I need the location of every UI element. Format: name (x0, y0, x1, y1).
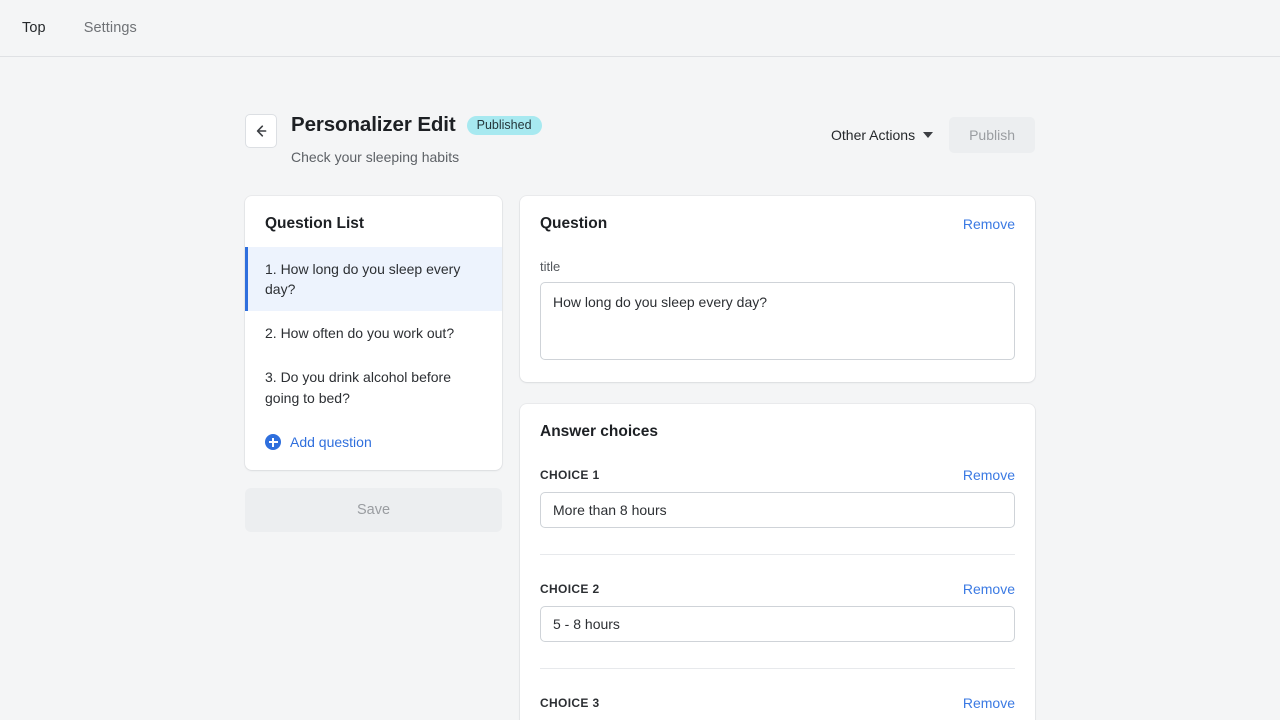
title-block: Personalizer Edit Published Check your s… (291, 113, 542, 165)
choice-3-header: CHOICE 3 Remove (540, 695, 1015, 711)
choice-1-input[interactable]: More than 8 hours (540, 491, 1015, 528)
remove-question-link[interactable]: Remove (963, 216, 1015, 232)
content-container: Personalizer Edit Published Check your s… (245, 57, 1035, 720)
header-actions: Other Actions Publish (827, 117, 1035, 153)
remove-choice-2-link[interactable]: Remove (963, 581, 1015, 597)
publish-button[interactable]: Publish (949, 117, 1035, 153)
question-card-title: Question (540, 214, 608, 232)
other-actions-dropdown[interactable]: Other Actions (827, 121, 937, 149)
status-badge: Published (466, 115, 542, 136)
back-button[interactable] (245, 114, 277, 148)
chevron-down-icon (923, 132, 934, 138)
save-button[interactable]: Save (245, 488, 502, 533)
arrow-left-icon (253, 123, 269, 139)
choice-divider-2 (540, 667, 1015, 669)
choice-1-header: CHOICE 1 Remove (540, 467, 1015, 483)
add-question-button[interactable]: Add question (245, 420, 502, 470)
answer-choices-body: Answer choices CHOICE 1 Remove More than… (520, 404, 1035, 720)
editor-column: Question Remove title How long do you sl… (520, 195, 1035, 720)
remove-choice-1-link[interactable]: Remove (963, 467, 1015, 483)
nav-tab-settings[interactable]: Settings (84, 21, 137, 36)
answer-choices-card: Answer choices CHOICE 1 Remove More than… (520, 403, 1035, 720)
question-list-card: Question List 1. How long do you sleep e… (245, 195, 502, 471)
choice-divider-1 (540, 553, 1015, 555)
top-navigation-bar: Top Settings (0, 0, 1280, 57)
other-actions-label: Other Actions (831, 127, 916, 143)
question-card-body: Question Remove title How long do you sl… (520, 196, 1035, 382)
question-list-column: Question List 1. How long do you sleep e… (245, 195, 502, 720)
question-list-header: Question List (245, 196, 502, 247)
choice-3-label: CHOICE 3 (540, 695, 600, 710)
page-header: Personalizer Edit Published Check your s… (245, 113, 1035, 165)
question-card-header: Question Remove (540, 215, 1015, 233)
remove-choice-3-link[interactable]: Remove (963, 695, 1015, 711)
question-list-title: Question List (265, 214, 365, 232)
choice-2-header: CHOICE 2 Remove (540, 581, 1015, 597)
nav-tab-top[interactable]: Top (22, 21, 46, 36)
question-title-label: title (540, 258, 561, 274)
question-list-item-2[interactable]: 2. How often do you work out? (245, 311, 502, 355)
header-left-group: Personalizer Edit Published Check your s… (245, 113, 542, 165)
choice-2-input[interactable]: 5 - 8 hours (540, 605, 1015, 642)
question-list-item-1[interactable]: 1. How long do you sleep every day? (245, 246, 502, 312)
page-body: Personalizer Edit Published Check your s… (0, 57, 1280, 720)
page-title: Personalizer Edit (291, 113, 456, 136)
choice-1-label: CHOICE 1 (540, 467, 600, 482)
page-subtitle: Check your sleeping habits (291, 148, 460, 165)
main-columns: Question List 1. How long do you sleep e… (245, 195, 1035, 720)
question-title-input[interactable]: How long do you sleep every day? (540, 281, 1015, 360)
plus-circle-icon (265, 434, 281, 451)
choice-2-label: CHOICE 2 (540, 581, 600, 596)
question-card: Question Remove title How long do you sl… (520, 195, 1035, 382)
question-list-item-3[interactable]: 3. Do you drink alcohol before going to … (245, 355, 502, 420)
title-line: Personalizer Edit Published (291, 113, 542, 138)
add-question-label: Add question (290, 434, 372, 451)
answer-choices-title: Answer choices (540, 422, 659, 440)
